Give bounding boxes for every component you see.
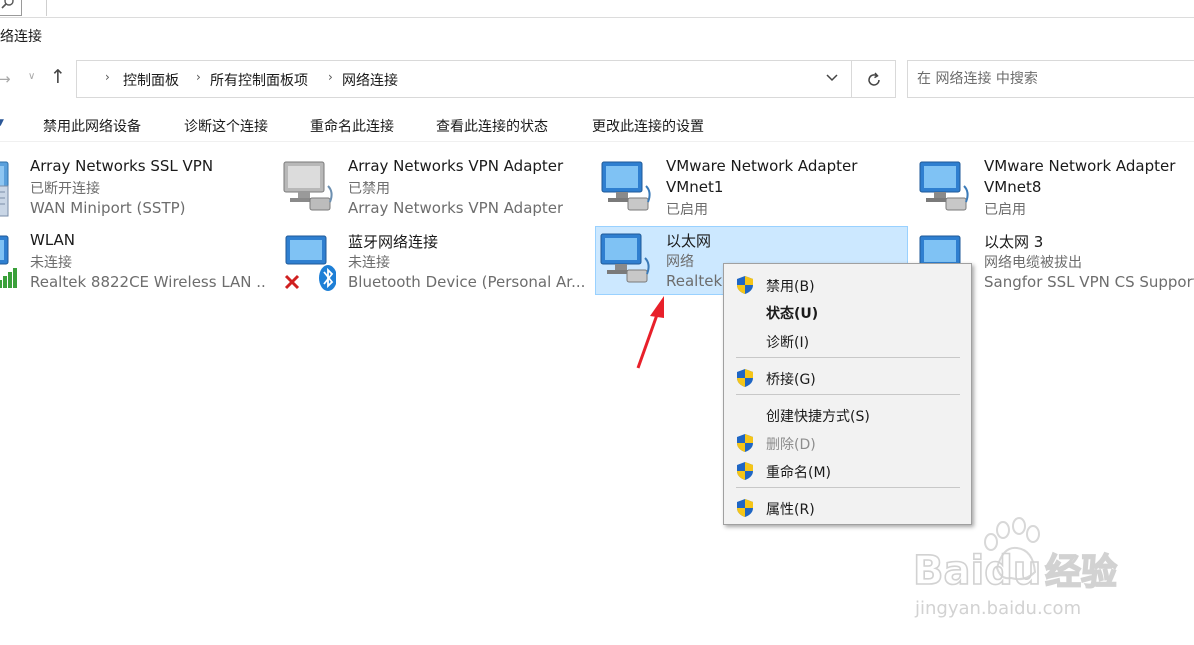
connection-device: WAN Miniport (SSTP) [30, 199, 186, 217]
disable-device-button[interactable]: 禁用此网络设备 [43, 116, 141, 136]
organize-dropdown-icon[interactable]: ▼ [0, 118, 4, 128]
connection-item[interactable]: VMware Network Adapter VMnet8 已启用 [914, 156, 1194, 226]
chevron-right-icon: › [328, 70, 333, 84]
connection-item[interactable]: Array Networks VPN Adapter 已禁用 Array Net… [278, 156, 590, 226]
network-adapter-icon [919, 161, 969, 211]
address-bar[interactable]: › 控制面板 › 所有控制面板项 › 网络连接 [76, 60, 852, 98]
connection-device: Array Networks VPN Adapter [348, 199, 564, 217]
command-bar: ▼ 禁用此网络设备 诊断这个连接 重命名此连接 查看此连接的状态 更改此连接的设… [0, 108, 1194, 142]
up-arrow-icon[interactable]: ↑ [50, 66, 66, 88]
connection-name: VMware Network Adapter [666, 157, 858, 175]
connection-item[interactable]: 蓝牙网络连接 未连接 Bluetooth Device (Personal Ar… [278, 230, 590, 300]
network-adapter-icon [600, 233, 650, 283]
menu-item-label: 状态(U) [766, 306, 819, 322]
uac-shield-icon [737, 499, 753, 517]
watermark-url: jingyan.baidu.com [914, 598, 1081, 619]
watermark-cn: 经验 [1045, 552, 1117, 593]
refresh-button[interactable] [852, 60, 896, 98]
network-adapter-icon [601, 161, 651, 211]
disabled-network-icon [283, 161, 333, 211]
search-box[interactable] [907, 60, 1194, 98]
menu-item-label: 诊断(I) [766, 335, 810, 351]
view-status-button[interactable]: 查看此连接的状态 [436, 116, 548, 136]
connection-status: VMnet1 [666, 178, 724, 196]
menu-item-label: 桥接(G) [766, 372, 816, 388]
connection-item[interactable]: WLAN 未连接 Realtek 8822CE Wireless LAN ... [0, 230, 272, 300]
wifi-signal-icon [0, 235, 17, 288]
menu-item-label: 删除(D) [766, 437, 816, 453]
connection-name: Array Networks SSL VPN [30, 157, 214, 175]
menu-separator [736, 394, 960, 395]
diagnose-button[interactable]: 诊断这个连接 [184, 116, 268, 136]
watermark-brand: Baidu [913, 548, 1041, 594]
context-menu: 禁用(B) 状态(U) 诊断(I) 桥接(G) 创建快捷方式(S) 删除(D) … [723, 263, 972, 525]
search-input[interactable] [908, 61, 1188, 97]
connection-item[interactable]: VMware Network Adapter VMnet1 已启用 [596, 156, 908, 226]
connection-status: 已禁用 [348, 181, 390, 197]
address-row: → ∨ ↑ › 控制面板 › 所有控制面板项 › 网络连接 [0, 60, 1194, 98]
connection-status: 未连接 [30, 255, 72, 271]
rename-button[interactable]: 重命名此连接 [310, 116, 394, 136]
breadcrumb-item[interactable]: 网络连接 [342, 70, 398, 90]
connection-status: 已断开连接 [30, 181, 100, 197]
window-tab [46, 0, 1194, 16]
uac-shield-icon [737, 369, 753, 387]
menu-item-label: 禁用(B) [766, 279, 815, 295]
vpn-monitor-icon [0, 161, 9, 217]
connection-name: 以太网 3 [984, 233, 1044, 251]
connection-name: 蓝牙网络连接 [348, 233, 439, 251]
refresh-icon [868, 72, 880, 86]
connection-device: Realtek 8822CE Wireless LAN ... [30, 273, 266, 291]
menu-item-label: 创建快捷方式(S) [766, 409, 870, 425]
menu-item-diagnose[interactable]: 诊断(I) [724, 327, 971, 353]
connection-name: VMware Network Adapter [984, 157, 1176, 175]
menu-item-status[interactable]: 状态(U) [724, 298, 971, 324]
search-icon[interactable] [0, 0, 22, 16]
menu-item-disable[interactable]: 禁用(B) [724, 271, 971, 297]
uac-shield-icon [737, 462, 753, 480]
uac-shield-icon [737, 276, 753, 294]
window-title: 络连接 [0, 29, 42, 45]
uac-shield-icon [737, 434, 753, 452]
connection-device: 已启用 [984, 202, 1026, 218]
chevron-right-icon: › [196, 70, 201, 84]
menu-separator [736, 487, 960, 488]
menu-item-label: 重命名(M) [766, 465, 832, 481]
bluetooth-icon [284, 235, 336, 291]
chevron-down-icon[interactable] [825, 71, 839, 87]
connection-device: Bluetooth Device (Personal Ar... [348, 273, 584, 291]
breadcrumb-item[interactable]: 控制面板 [123, 70, 179, 90]
red-pointer-arrow [636, 296, 664, 369]
recent-locations-chevron-icon[interactable]: ∨ [28, 71, 35, 82]
connection-name: WLAN [30, 231, 76, 249]
chevron-right-icon: › [105, 70, 110, 84]
change-settings-button[interactable]: 更改此连接的设置 [592, 116, 704, 136]
baidu-jingyan-watermark: Baidu 经验 jingyan.baidu.com [912, 517, 1118, 619]
connection-status: 网络 [666, 254, 694, 270]
menu-item-delete: 删除(D) [724, 429, 971, 455]
connection-device: Realtek [666, 272, 723, 290]
connection-status: 未连接 [348, 255, 390, 271]
connection-name: Array Networks VPN Adapter [348, 157, 564, 175]
forward-arrow-icon[interactable]: → [0, 70, 11, 88]
breadcrumb-item[interactable]: 所有控制面板项 [210, 70, 308, 90]
connection-item[interactable]: Array Networks SSL VPN 已断开连接 WAN Minipor… [0, 156, 272, 226]
connection-name: 以太网 [666, 232, 712, 250]
connection-status: 网络电缆被拔出 [984, 255, 1082, 271]
menu-separator [736, 357, 960, 358]
connection-device: Sangfor SSL VPN CS Support [984, 273, 1194, 291]
menu-item-label: 属性(R) [766, 502, 815, 518]
menu-item-rename[interactable]: 重命名(M) [724, 457, 971, 483]
menu-item-create-shortcut[interactable]: 创建快捷方式(S) [724, 401, 971, 427]
top-strip [0, 0, 1194, 18]
connection-status: VMnet8 [984, 178, 1042, 196]
connection-device: 已启用 [666, 202, 708, 218]
menu-item-bridge[interactable]: 桥接(G) [724, 364, 971, 390]
